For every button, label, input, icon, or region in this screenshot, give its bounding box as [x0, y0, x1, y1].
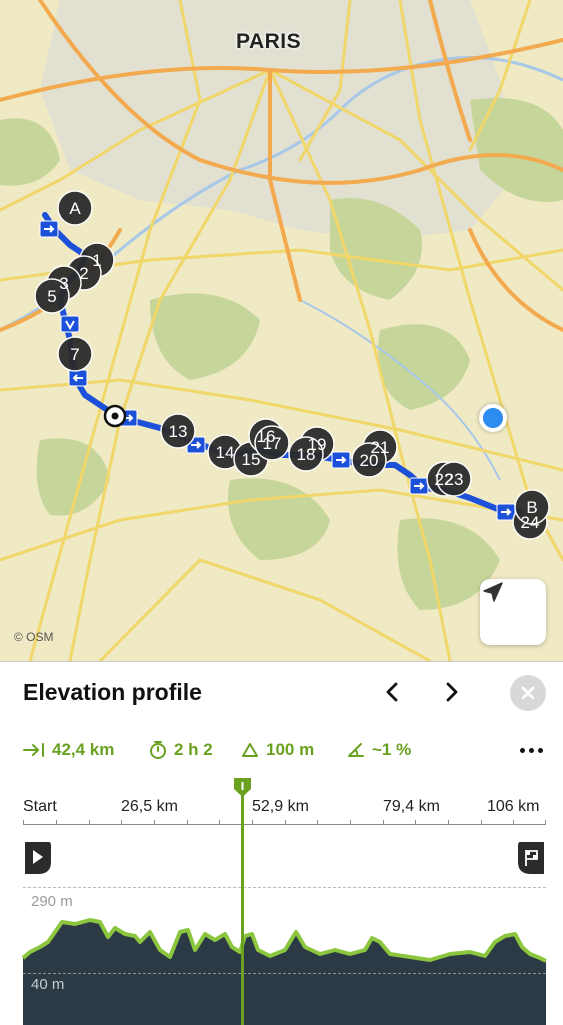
svg-text:1: 1	[92, 251, 101, 270]
grade-angle-icon	[348, 743, 364, 757]
next-button[interactable]	[438, 677, 466, 707]
scale-label-4: 106 km	[487, 798, 540, 815]
ascent-stat: 100 m	[241, 738, 314, 762]
svg-text:7: 7	[70, 345, 79, 364]
map-canvas: 24 1 2 3 5 7 13 14 15 16 17 19 18 21 20 …	[0, 0, 563, 661]
svg-text:A: A	[69, 199, 81, 218]
svg-text:5: 5	[47, 287, 56, 306]
navigation-arrow-icon	[483, 582, 503, 602]
svg-text:2: 2	[79, 264, 88, 283]
min-elevation-label: 40 m	[31, 976, 65, 993]
svg-text:15: 15	[242, 450, 261, 469]
svg-text:20: 20	[360, 451, 379, 470]
svg-text:17: 17	[263, 434, 282, 453]
svg-text:14: 14	[216, 443, 235, 462]
min-elevation-line	[23, 973, 546, 974]
route-stats: 42,4 km 2 h 2 100 m ~1 %	[23, 738, 548, 762]
svg-text:3: 3	[59, 274, 68, 293]
profile-cursor-handle[interactable]	[232, 776, 253, 798]
panel-title: Elevation profile	[23, 679, 202, 705]
user-location-marker	[479, 404, 507, 432]
scale-label-start: Start	[23, 798, 57, 815]
locate-button[interactable]	[480, 579, 546, 645]
svg-text:18: 18	[297, 445, 316, 464]
scale-label-1: 26,5 km	[121, 798, 178, 815]
more-icon	[519, 747, 525, 753]
scale-label-3: 79,4 km	[383, 798, 440, 815]
stopwatch-icon	[150, 741, 166, 759]
duration-value: 2 h 2	[174, 740, 213, 759]
ascent-value: 100 m	[266, 740, 315, 759]
grade-stat: ~1 %	[347, 738, 411, 762]
close-icon	[521, 686, 535, 700]
city-label: PARIS	[236, 30, 302, 53]
distance-stat: 42,4 km	[23, 738, 114, 762]
chevron-right-icon	[446, 682, 458, 702]
route-map[interactable]: 24 1 2 3 5 7 13 14 15 16 17 19 18 21 20 …	[0, 0, 563, 661]
elevation-panel: Elevation profile 42,4 km 2 h 2 100 m ~1…	[0, 661, 563, 1025]
distance-scale: Start 26,5 km 52,9 km 79,4 km 106 km	[23, 798, 546, 838]
more-button[interactable]	[513, 738, 549, 762]
elevation-profile-chart[interactable]	[0, 862, 563, 1025]
ascent-triangle-icon	[242, 743, 258, 757]
map-attribution[interactable]: © OSM	[14, 630, 54, 644]
grade-value: ~1 %	[372, 740, 412, 759]
svg-text:13: 13	[169, 422, 188, 441]
close-button[interactable]	[510, 675, 546, 711]
scale-label-2: 52,9 km	[252, 798, 309, 815]
distance-icon	[23, 743, 44, 757]
distance-value: 42,4 km	[52, 740, 115, 759]
chevron-left-icon	[386, 682, 398, 702]
svg-text:B: B	[526, 498, 537, 517]
profile-cursor-line[interactable]	[241, 790, 244, 1025]
svg-text:23: 23	[445, 470, 464, 489]
previous-button[interactable]	[378, 677, 406, 707]
duration-stat: 2 h 2	[149, 738, 213, 762]
